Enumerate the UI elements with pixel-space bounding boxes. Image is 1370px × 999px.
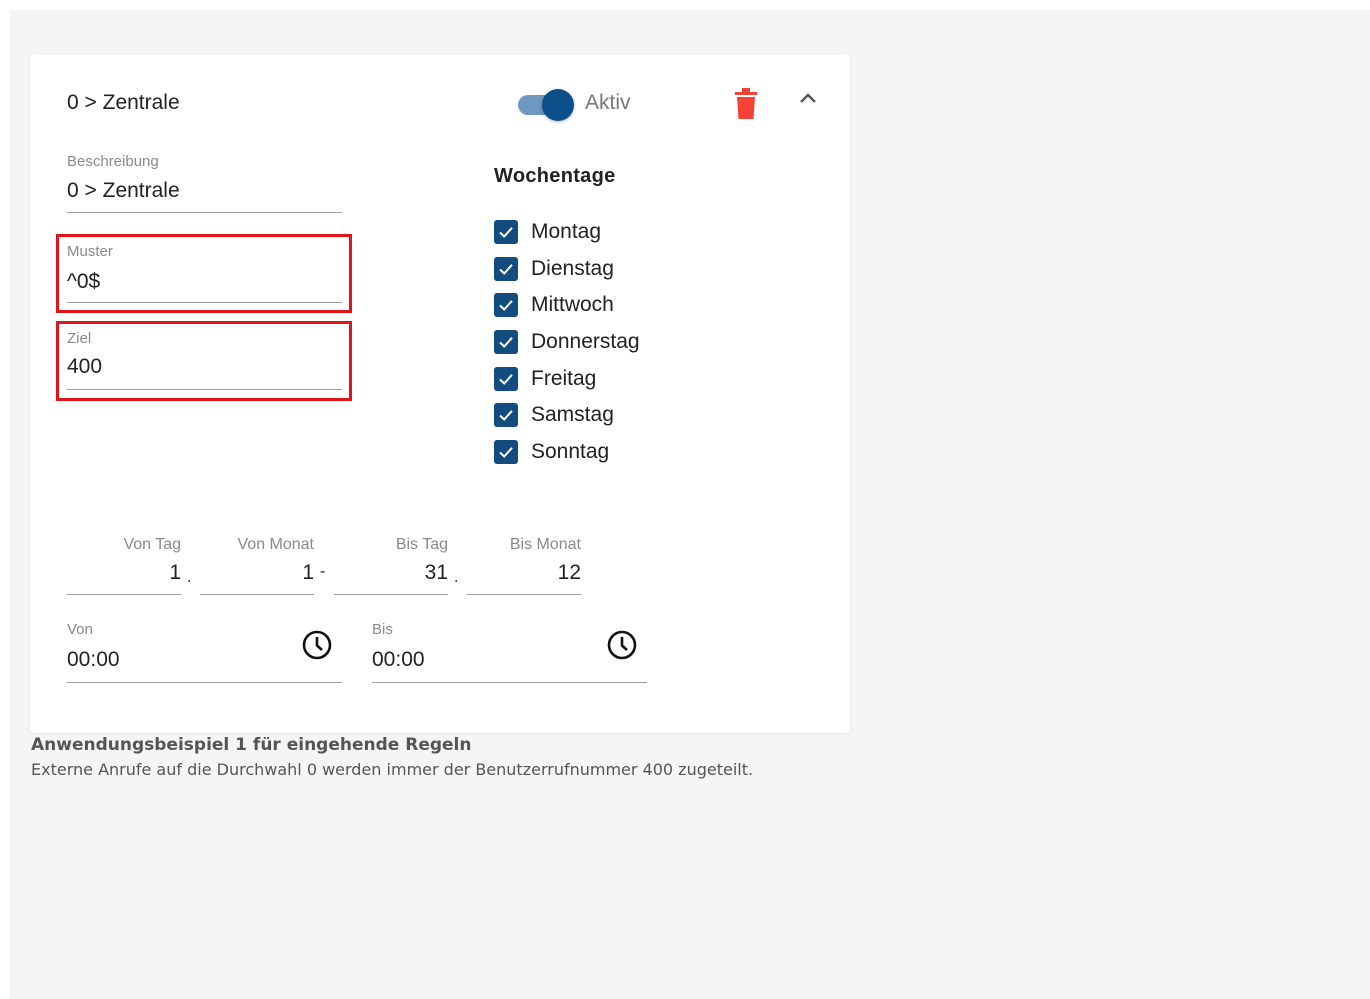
- weekday-label: Freitag: [531, 367, 597, 390]
- weekday-label: Donnerstag: [531, 330, 640, 353]
- time-to-label: Bis: [372, 621, 393, 638]
- description-input[interactable]: [67, 179, 337, 203]
- weekday-label: Dienstag: [531, 257, 614, 280]
- clock-icon[interactable]: [606, 629, 638, 661]
- caption-title: Anwendungsbeispiel 1 für eingehende Rege…: [31, 735, 472, 755]
- pattern-label: Muster: [67, 243, 113, 260]
- trash-icon[interactable]: [732, 87, 760, 121]
- weekday-checkbox-dienstag[interactable]: Dienstag: [494, 254, 614, 284]
- weekday-checkbox-sonntag[interactable]: Sonntag: [494, 437, 609, 467]
- check-icon: [494, 367, 518, 391]
- check-icon: [494, 330, 518, 354]
- check-icon: [494, 293, 518, 317]
- pattern-input[interactable]: [67, 270, 337, 294]
- weekday-checkbox-donnerstag[interactable]: Donnerstag: [494, 327, 640, 357]
- clock-icon[interactable]: [301, 629, 333, 661]
- weekday-label: Samstag: [531, 403, 614, 426]
- check-icon: [494, 440, 518, 464]
- weekday-label: Mittwoch: [531, 293, 614, 316]
- date-separator: .: [187, 569, 192, 586]
- target-input[interactable]: [67, 355, 337, 379]
- weekday-checkbox-samstag[interactable]: Samstag: [494, 400, 614, 430]
- from-day-label: Von Tag: [123, 536, 181, 553]
- to-day-label: Bis Tag: [395, 536, 448, 553]
- weekday-checkbox-mittwoch[interactable]: Mittwoch: [494, 290, 614, 320]
- target-label: Ziel: [67, 330, 92, 347]
- to-month-input[interactable]: [467, 561, 581, 585]
- weekdays-title: Wochentage: [494, 165, 616, 187]
- time-from-label: Von: [67, 621, 93, 638]
- check-icon: [494, 403, 518, 427]
- weekday-label: Sonntag: [531, 440, 610, 463]
- weekday-checkbox-freitag[interactable]: Freitag: [494, 364, 596, 394]
- caption-text: Externe Anrufe auf die Durchwahl 0 werde…: [31, 760, 754, 779]
- to-month-underline: [467, 594, 581, 595]
- time-from-input[interactable]: [67, 648, 267, 672]
- from-day-input[interactable]: [67, 561, 181, 585]
- from-month-underline: [200, 594, 314, 595]
- to-day-input[interactable]: [334, 561, 448, 585]
- page-background: 0 > Zentrale Aktiv Beschreibung Muster: [10, 10, 1370, 999]
- from-day-underline: [67, 594, 181, 595]
- description-underline: [67, 212, 342, 213]
- weekday-checkbox-montag[interactable]: Montag: [494, 217, 601, 247]
- toggle-knob: [542, 89, 574, 121]
- check-icon: [494, 257, 518, 281]
- to-month-label: Bis Monat: [509, 536, 581, 553]
- time-from-underline: [67, 682, 342, 683]
- check-icon: [494, 220, 518, 244]
- time-to-input[interactable]: [372, 648, 572, 672]
- target-underline: [67, 389, 342, 390]
- from-month-label: Von Monat: [237, 536, 315, 553]
- range-separator: -: [320, 563, 326, 580]
- to-day-underline: [334, 594, 448, 595]
- weekday-label: Montag: [531, 220, 602, 243]
- time-to-underline: [372, 682, 647, 683]
- active-label: Aktiv: [585, 91, 631, 114]
- active-toggle[interactable]: [518, 89, 576, 121]
- description-label: Beschreibung: [67, 153, 159, 170]
- rule-title: 0 > Zentrale: [67, 91, 180, 114]
- date-separator: .: [454, 569, 459, 586]
- chevron-up-icon[interactable]: [794, 85, 822, 113]
- pattern-underline: [67, 302, 342, 303]
- from-month-input[interactable]: [200, 561, 314, 585]
- rule-card: 0 > Zentrale Aktiv Beschreibung Muster: [30, 55, 850, 733]
